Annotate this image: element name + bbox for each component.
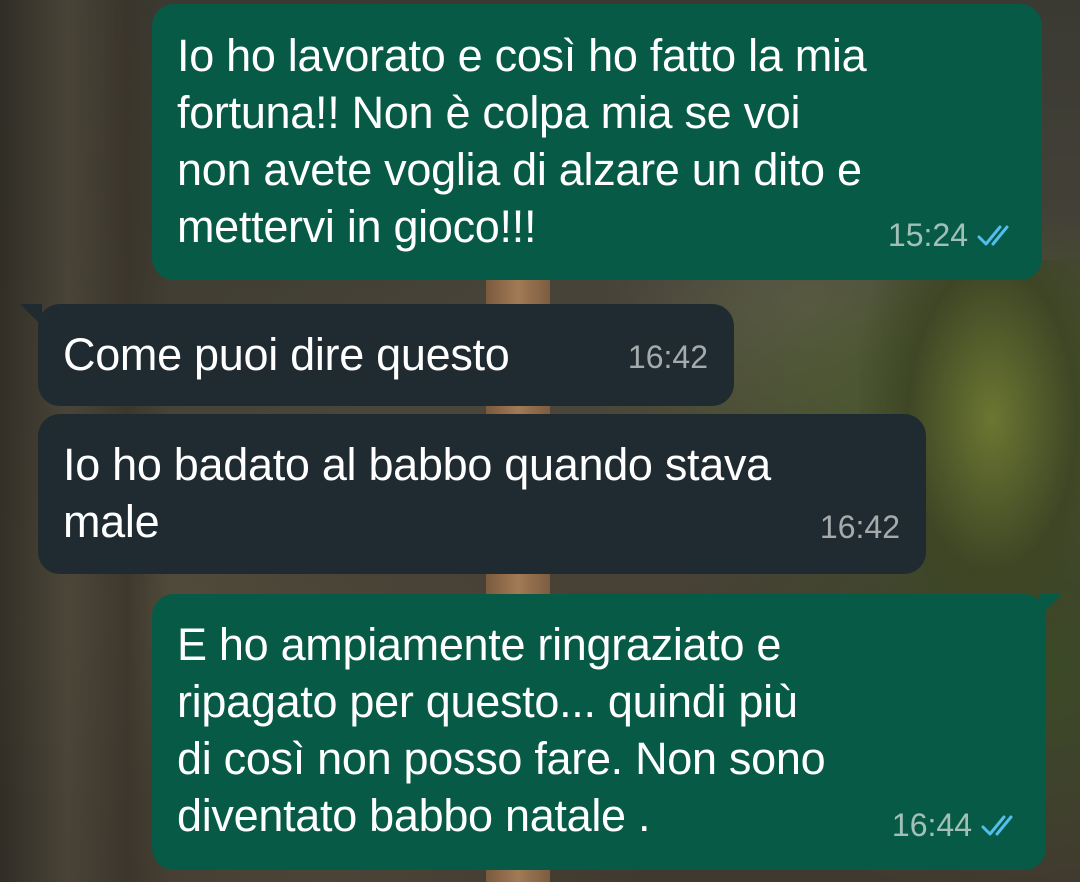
double-check-icon (977, 225, 1009, 245)
double-check-icon (981, 815, 1013, 835)
message-bubble-incoming[interactable]: Come puoi dire questo 16:42 (38, 304, 734, 406)
message-time: 15:24 (887, 217, 968, 253)
message-meta: 15:24 (888, 207, 1020, 264)
message-bubble-outgoing[interactable]: E ho ampiamente ringraziato e ripagato p… (152, 594, 1046, 870)
message-time: 16:42 (819, 509, 900, 545)
message-meta: 16:44 (892, 797, 1024, 854)
message-bubble-incoming[interactable]: Io ho badato al babbo quando stava male … (38, 414, 926, 574)
message-meta: 16:42 (628, 329, 708, 386)
message-meta: 16:42 (820, 499, 900, 556)
message-time: 16:44 (891, 807, 972, 843)
message-bubble-outgoing[interactable]: Io ho lavorato e così ho fatto la mia fo… (152, 4, 1042, 280)
message-time: 16:42 (627, 339, 708, 375)
message-text: Io ho badato al babbo quando stava male (63, 439, 771, 547)
